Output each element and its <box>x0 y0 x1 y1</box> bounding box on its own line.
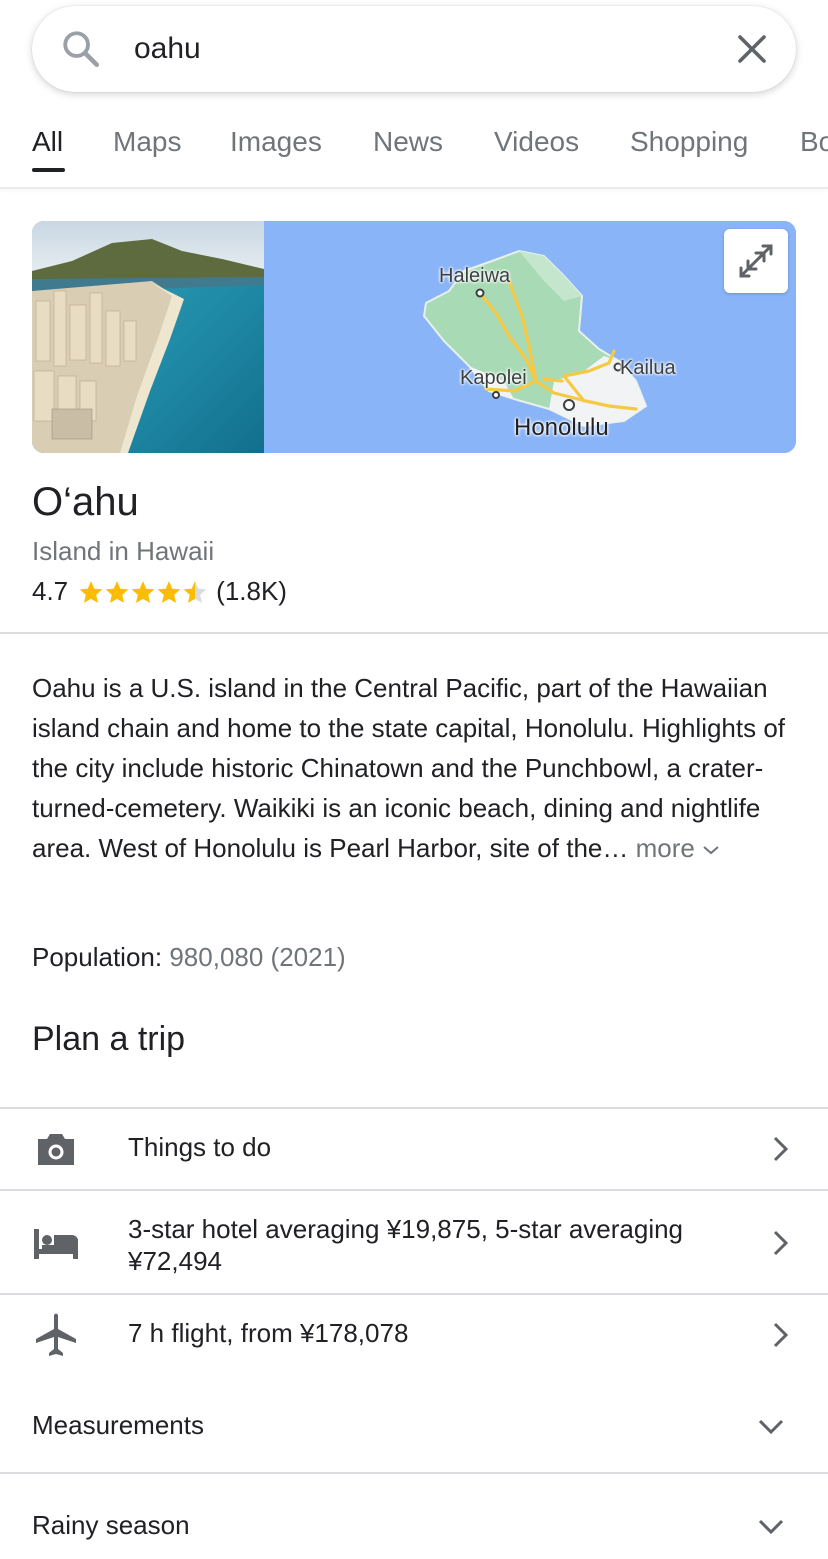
search-input[interactable] <box>134 26 694 72</box>
camera-icon <box>38 1134 74 1165</box>
row-label: 3-star hotel averaging ¥19,875, 5-star a… <box>128 1214 684 1276</box>
hotels-row[interactable]: 3-star hotel averaging ¥19,875, 5-star a… <box>0 1191 828 1293</box>
star-icon <box>79 580 103 603</box>
population-row: Population: 980,080 (2021) <box>32 942 346 973</box>
island-photo[interactable] <box>32 221 264 453</box>
measurements-accordion[interactable]: Measurements <box>0 1378 828 1472</box>
chevron-right-icon <box>773 1230 789 1256</box>
more-link[interactable]: more <box>636 833 720 863</box>
rating-stars <box>78 579 208 605</box>
search-tabs: All Maps Images News Videos Shopping Bo <box>0 118 828 188</box>
search-icon[interactable] <box>60 28 102 70</box>
flights-row[interactable]: 7 h flight, from ¥178,078 <box>0 1295 828 1375</box>
tab-books[interactable]: Bo <box>800 126 828 158</box>
star-icon <box>105 580 129 603</box>
population-value: 980,080 (2021) <box>169 942 346 972</box>
tab-news[interactable]: News <box>373 126 443 158</box>
tabs-divider <box>0 187 828 189</box>
chevron-down-icon <box>758 1519 784 1535</box>
chevron-down-icon <box>703 846 719 855</box>
star-icon <box>157 580 181 603</box>
expand-icon <box>739 244 773 278</box>
rating-value: 4.7 <box>32 576 69 606</box>
tab-all[interactable]: All <box>32 126 63 158</box>
map-label-kapolei: Kapolei <box>460 367 527 389</box>
hero-media: Haleiwa Kailua Kapolei Honolulu <box>32 221 796 453</box>
rating-row[interactable]: 4.7 (1.8K) <box>32 576 287 607</box>
airplane-icon <box>36 1313 76 1356</box>
half-star-icon <box>183 580 207 603</box>
tab-maps[interactable]: Maps <box>113 126 181 158</box>
tab-shopping[interactable]: Shopping <box>630 126 748 158</box>
map-label-haleiwa: Haleiwa <box>439 265 511 287</box>
chevron-right-icon <box>773 1322 789 1348</box>
star-icon <box>131 580 155 603</box>
row-label: Things to do <box>128 1132 272 1162</box>
review-count[interactable]: (1.8K) <box>216 576 287 607</box>
things-to-do-row[interactable]: Things to do <box>0 1109 828 1189</box>
expand-map-button[interactable] <box>724 229 788 293</box>
bed-icon <box>34 1229 78 1259</box>
section-divider <box>0 632 828 634</box>
accordion-label: Measurements <box>32 1410 204 1440</box>
map-label-kailua: Kailua <box>620 357 676 379</box>
close-icon[interactable] <box>734 31 770 67</box>
accordion-label: Rainy season <box>32 1510 190 1540</box>
population-label: Population: <box>32 942 163 972</box>
rainy-season-accordion[interactable]: Rainy season <box>0 1474 828 1559</box>
search-bar[interactable] <box>32 6 796 92</box>
row-label: 7 h flight, from ¥178,078 <box>128 1318 409 1348</box>
place-description: Oahu is a U.S. island in the Central Pac… <box>32 668 792 868</box>
place-subtitle: Island in Hawaii <box>32 536 215 566</box>
chevron-down-icon <box>758 1419 784 1435</box>
tab-videos[interactable]: Videos <box>494 126 579 158</box>
map-label-honolulu: Honolulu <box>514 414 609 441</box>
plan-trip-title: Plan a trip <box>32 1020 186 1058</box>
active-tab-indicator <box>32 168 65 172</box>
chevron-right-icon <box>773 1136 789 1162</box>
tab-images[interactable]: Images <box>230 126 322 158</box>
place-title: O‘ahu <box>32 480 139 524</box>
